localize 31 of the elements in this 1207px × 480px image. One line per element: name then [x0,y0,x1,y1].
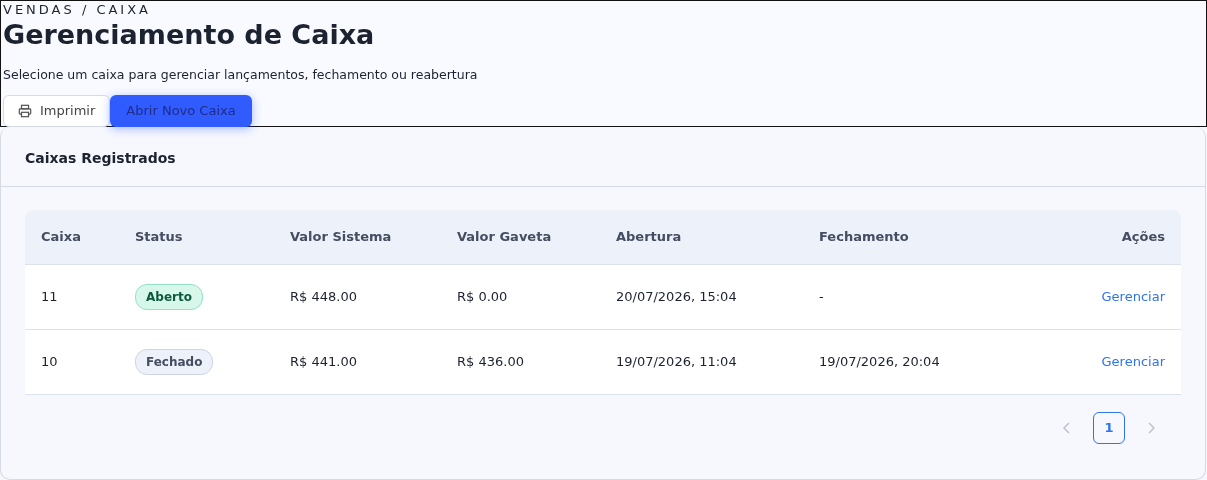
table-cell-text: R$ 436.00 [456,353,525,372]
table-cell-text: 11 [40,288,59,307]
column-header: Fechamento [818,228,910,247]
table-cell-text: 19/07/2026, 11:04 [615,353,738,372]
status-badge: Fechado [135,349,214,375]
manage-link[interactable]: Gerenciar [1101,354,1181,370]
column-header: Caixa [40,228,82,247]
page-subtitle: Selecione um caixa para gerenciar lançamentos, fechamento ou reabertura [3,66,479,84]
manage-link[interactable]: Gerenciar [1101,289,1181,305]
page-button[interactable]: 1 [1093,412,1125,444]
table-cell-text: - [818,288,825,307]
chevron-right-icon [1146,422,1156,434]
column-header: Ações [1120,228,1166,247]
page-title: Gerenciamento de Caixa [3,18,376,52]
table-cell-text: R$ 448.00 [289,288,358,307]
printer-icon [18,103,32,118]
column-header: Status [134,228,184,247]
column-header: Valor Sistema [289,228,393,247]
table-cell-text: R$ 0.00 [456,288,509,307]
card-title: Caixas Registrados [25,150,176,166]
table-cell-text: 10 [40,353,59,372]
column-header: Valor Gaveta [456,228,553,247]
table-cell-text: 19/07/2026, 20:04 [818,353,941,372]
chevron-left-icon [1062,422,1072,434]
breadcrumb: VENDAS / CAIXA [3,2,152,18]
status-badge: Aberto [135,284,203,310]
open-register-button[interactable]: Abrir Novo Caixa [110,94,252,127]
table-cell-text: 20/07/2026, 15:04 [615,288,738,307]
column-header: Abertura [615,228,683,247]
print-button[interactable]: Imprimir [3,94,111,127]
table-cell-text: R$ 441.00 [289,353,358,372]
